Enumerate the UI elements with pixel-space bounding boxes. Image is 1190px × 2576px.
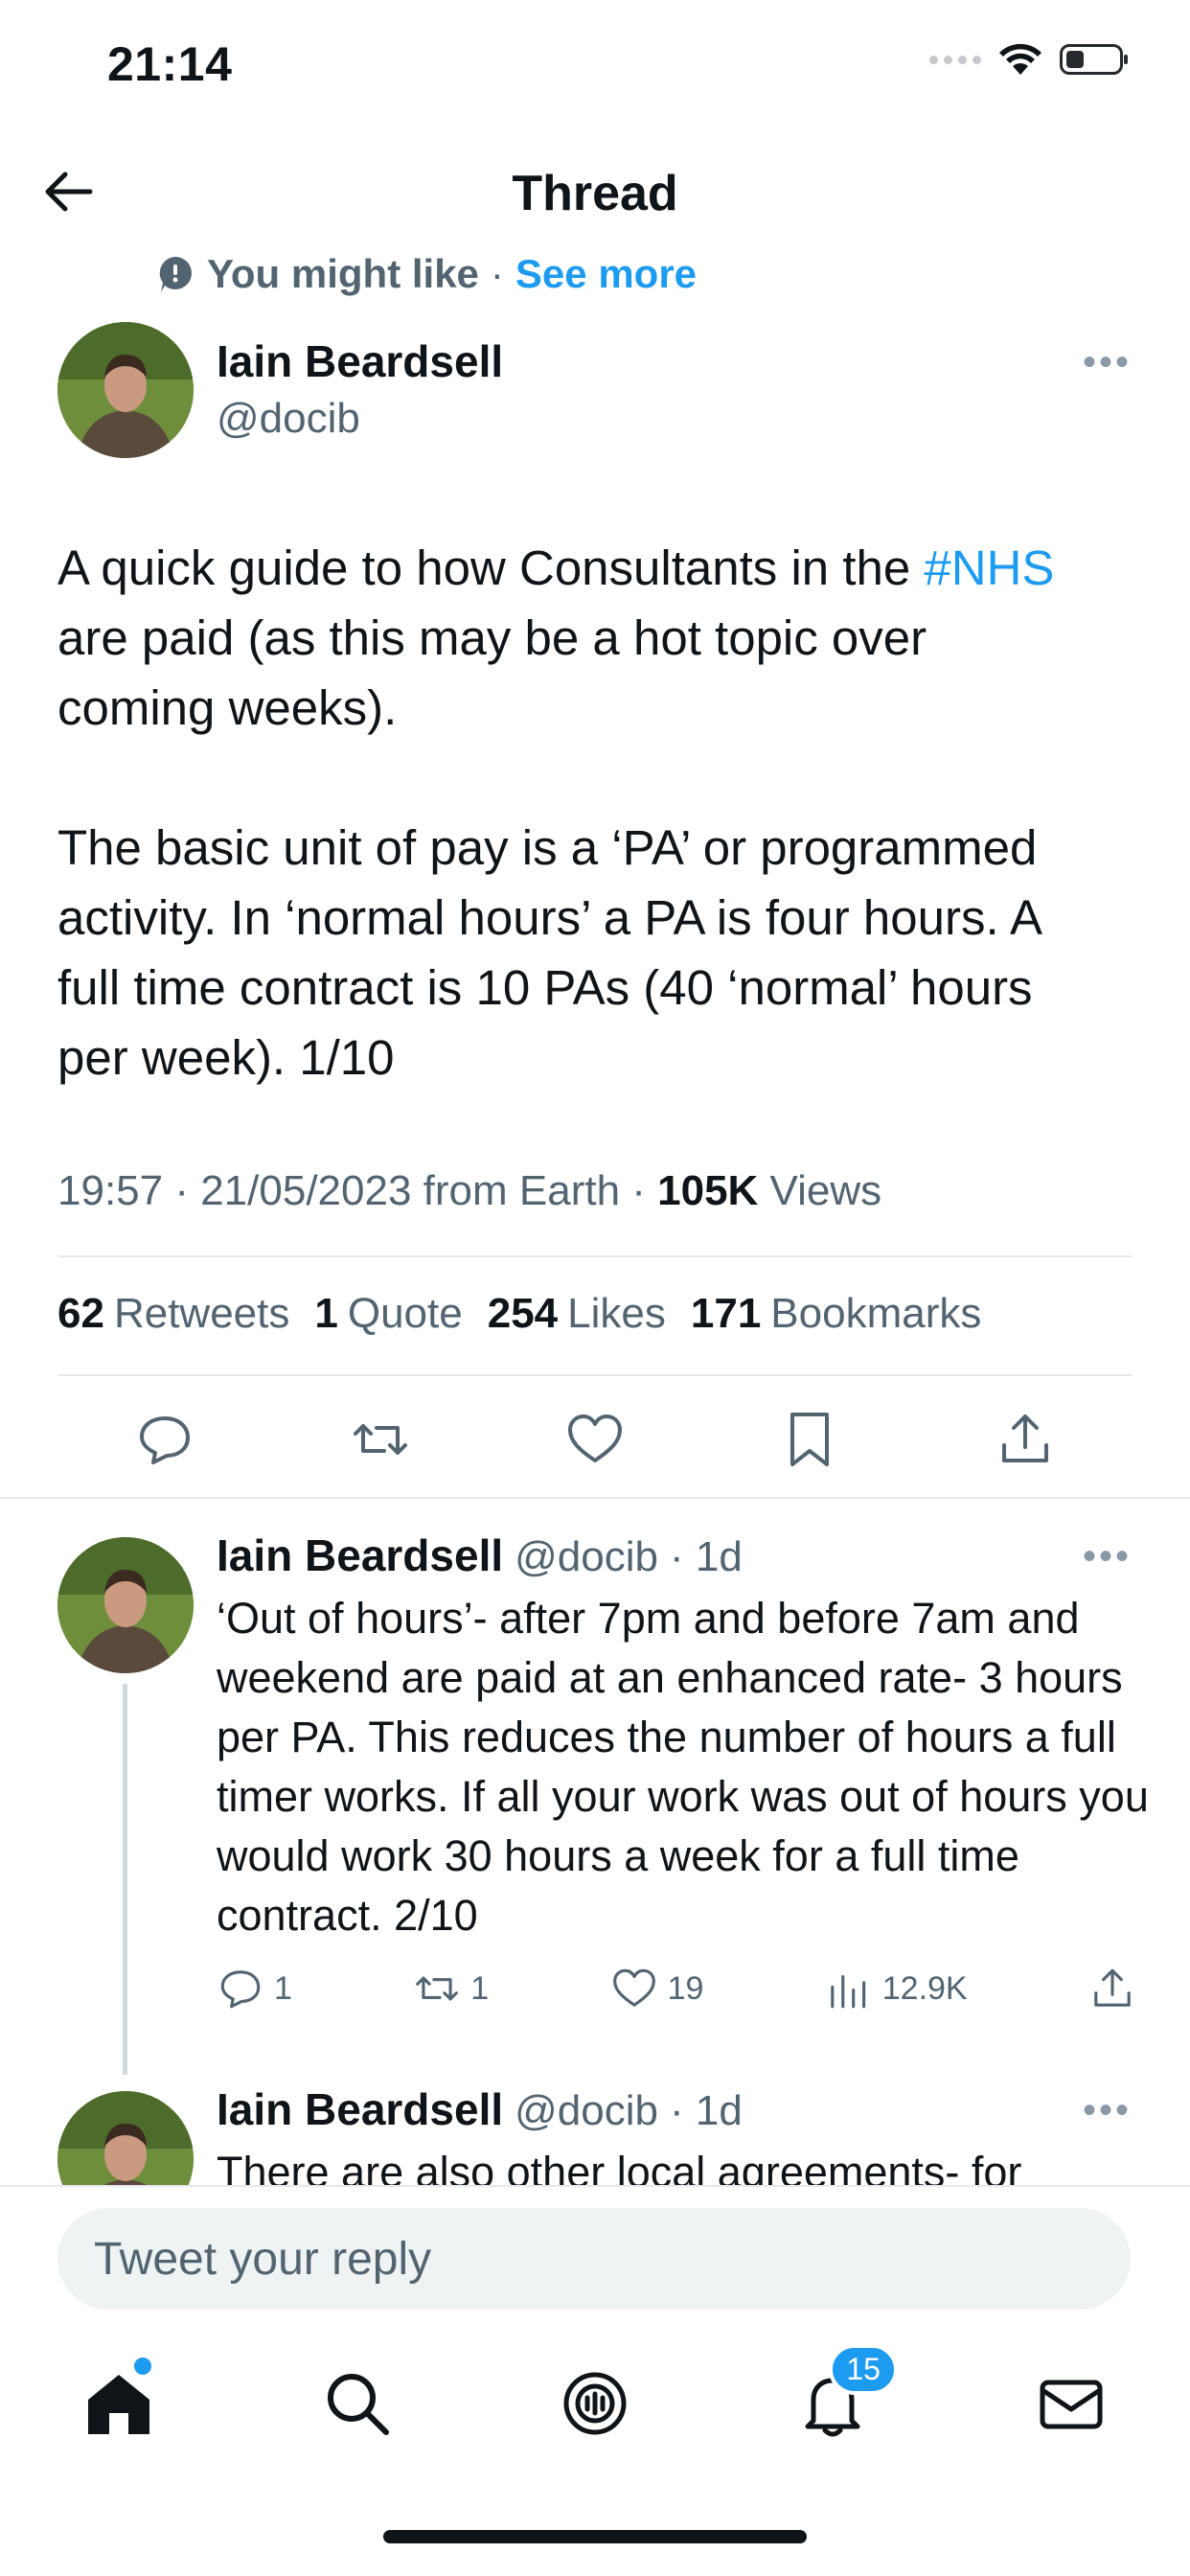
- status-time: 21:14: [107, 37, 233, 91]
- tweet-text: A quick guide to how Consultants in the …: [57, 533, 1140, 1092]
- reply-author-name[interactable]: Iain Beardsell: [217, 2083, 503, 2135]
- reply-replies-count: 1: [274, 1969, 292, 2007]
- avatar[interactable]: [57, 1537, 194, 1673]
- search-icon: [327, 2374, 389, 2435]
- tweet-timestamp: 19:57 · 21/05/2023 from Earth ·: [57, 1167, 658, 1214]
- reply-likes-count: 19: [667, 1969, 704, 2007]
- reply-age: · 1d: [670, 2087, 743, 2134]
- views-chart-icon: [831, 1974, 865, 2009]
- notifications-badge: 15: [829, 2344, 898, 2395]
- reply-views-button[interactable]: 12.9K: [825, 1965, 968, 2012]
- reply-retweet-button[interactable]: 1: [413, 1965, 489, 2012]
- status-icons: [929, 42, 1128, 77]
- bookmarks-stat[interactable]: 171 Bookmarks: [691, 1290, 982, 1338]
- tab-spaces[interactable]: [557, 2365, 633, 2442]
- reply-icon: [220, 1970, 261, 2009]
- speech-bubble-icon: [159, 257, 192, 292]
- bookmark-icon[interactable]: [779, 1409, 840, 1470]
- tab-bar: 15: [0, 2344, 1190, 2461]
- thread-connector: [123, 1684, 127, 2075]
- reply-actions: 1 1 19 12.9K: [217, 1965, 1136, 2012]
- reply-age: · 1d: [670, 1533, 743, 1580]
- more-options-icon[interactable]: •••: [1083, 341, 1132, 384]
- more-options-icon[interactable]: •••: [1083, 1535, 1132, 1578]
- spaces-icon: [563, 2372, 627, 2435]
- tweet-actions: [57, 1409, 1133, 1470]
- page-title: Thread: [512, 166, 678, 221]
- tab-notifications[interactable]: 15: [794, 2344, 898, 2442]
- reply-share-button[interactable]: [1088, 1965, 1136, 2012]
- quotes-stat[interactable]: 1 Quote: [314, 1290, 462, 1338]
- tweet-text-rest: are paid (as this may be a hot topic ove…: [57, 610, 1042, 1085]
- reply-views-count: 12.9K: [881, 1969, 968, 2007]
- author-name[interactable]: Iain Beardsell: [217, 335, 503, 387]
- mail-icon: [1040, 2380, 1103, 2429]
- like-icon: [612, 1968, 655, 2007]
- retweet-icon[interactable]: [350, 1409, 411, 1470]
- share-icon[interactable]: [995, 1409, 1056, 1470]
- retweets-stat[interactable]: 62 Retweets: [57, 1290, 289, 1338]
- tweet-text-start: A quick guide to how Consultants in the: [57, 540, 925, 595]
- battery-icon: [1060, 44, 1128, 75]
- reply-item-partial[interactable]: Iain Beardsell @docib · 1d ••• There are…: [0, 2080, 1190, 2185]
- reply-author-handle[interactable]: @docib: [515, 1533, 658, 1581]
- retweet-icon: [416, 1976, 459, 2001]
- reply-author-handle[interactable]: @docib: [515, 2087, 658, 2135]
- likes-stat[interactable]: 254 Likes: [488, 1290, 666, 1338]
- suggestion-separator: ·: [490, 251, 504, 296]
- see-more-link[interactable]: See more: [515, 251, 697, 297]
- reply-reply-button[interactable]: 1: [217, 1965, 292, 2012]
- share-icon: [1094, 1968, 1131, 2007]
- reply-like-button[interactable]: 19: [610, 1965, 704, 2012]
- tab-messages[interactable]: [1033, 2365, 1110, 2442]
- divider: [57, 1374, 1133, 1376]
- avatar[interactable]: [57, 322, 194, 458]
- tab-search[interactable]: [319, 2365, 396, 2442]
- suggestion-label: You might like: [207, 251, 479, 296]
- reply-text: ‘Out of hours’- after 7pm and before 7am…: [217, 1594, 1149, 1940]
- divider: [57, 1255, 1133, 1257]
- reply-retweets-count: 1: [470, 1969, 490, 2007]
- divider: [0, 1497, 1190, 1499]
- wifi-icon: [999, 43, 1041, 75]
- home-icon: [88, 2375, 150, 2434]
- views-count: 105K: [657, 1167, 759, 1214]
- tab-home[interactable]: [80, 2358, 157, 2442]
- views-label: Views: [758, 1167, 882, 1214]
- more-options-icon[interactable]: •••: [1083, 2089, 1132, 2132]
- avatar[interactable]: [57, 2091, 194, 2185]
- divider: [0, 2185, 1190, 2187]
- suggestion-row: You might like · See more: [155, 251, 697, 297]
- reply-input[interactable]: [57, 2208, 1131, 2310]
- tweet-meta: 19:57 · 21/05/2023 from Earth · 105K Vie…: [57, 1167, 881, 1215]
- author-handle[interactable]: @docib: [217, 395, 360, 443]
- reply-header: Iain Beardsell @docib · 1d: [217, 2083, 743, 2135]
- tweet-stats: 62 Retweets 1 Quote 254 Likes 171 Bookmarks: [57, 1290, 981, 1338]
- reply-author-name[interactable]: Iain Beardsell: [217, 1530, 503, 1581]
- like-icon[interactable]: [564, 1409, 626, 1470]
- reply-text: There are also other local agreements- f…: [217, 2148, 1022, 2185]
- signal-icon: [929, 55, 981, 64]
- reply-header: Iain Beardsell @docib · 1d: [217, 1530, 743, 1581]
- home-indicator: [383, 2530, 807, 2543]
- hashtag-link[interactable]: #NHS: [924, 540, 1054, 595]
- reply-icon[interactable]: [134, 1409, 195, 1470]
